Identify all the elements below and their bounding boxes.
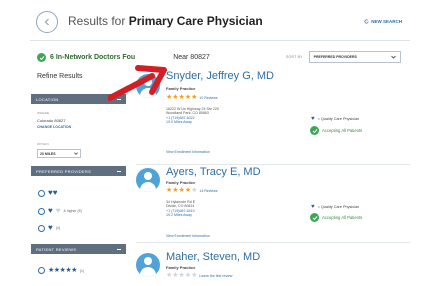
change-location-link[interactable]: CHANGE LOCATION [37, 125, 71, 129]
collapse-icon [117, 170, 121, 172]
heart-icon: ♥♥ [48, 188, 58, 197]
doctor-name[interactable]: Maher, Steven, MD [166, 251, 260, 263]
preferred-panel-header[interactable]: PREFERRED PROVIDERS [31, 166, 126, 176]
where-label: WHERE [37, 111, 50, 115]
within-label: WITHIN [37, 142, 49, 146]
view-enrollment-link[interactable]: View Enrollment Information [166, 150, 210, 154]
radio-button[interactable] [38, 207, 45, 215]
heart-outline-icon: ♥ [55, 206, 61, 215]
page-header: Results for Primary Care Physician NEW S… [0, 0, 422, 44]
rating-stars: ★★★★★ Leave the first review [166, 272, 232, 279]
radio-button[interactable] [38, 224, 45, 232]
sort-select[interactable]: PREFERRED PROVIDERS [308, 51, 401, 63]
header-divider [30, 40, 410, 41]
doctor-address: 16222 W Us Highway 24 Ste 220 Woodland P… [166, 107, 219, 125]
doctor-card[interactable]: Ayers, Tracy E, MD Family Practice ★★★★ ★… [136, 166, 410, 243]
refine-title: Refine Results [37, 73, 83, 80]
accepting-status: Accepting All Patients [310, 213, 362, 222]
doctor-card[interactable]: Snyder, Jeffrey G, MD Family Practice ★★… [136, 66, 410, 165]
refresh-icon [364, 19, 369, 24]
doctor-specialty: Family Practice [166, 86, 196, 91]
preferred-option-1[interactable]: ♥♥ [38, 189, 58, 197]
miles-select[interactable]: 20 MILES [37, 149, 81, 158]
distance-link[interactable]: 19.0 Miles Away [166, 120, 219, 124]
heart-icon: ♥ [48, 223, 53, 232]
rating-stars: ★★★★ ★ 14 Reviews [166, 187, 217, 194]
quality-badge: ♥ = Quality Care Physician [311, 204, 360, 210]
quality-badge: ♥ = Quality Care Physician [311, 116, 360, 122]
star-icon: ★★★★ [166, 187, 192, 194]
distance-link[interactable]: 19.2 Miles Away [166, 213, 195, 217]
location-panel-header[interactable]: LOCATION [31, 94, 126, 104]
star-icon: ★★★★★ [48, 267, 77, 274]
reviews-link[interactable]: Leave the first review [199, 274, 232, 278]
doctor-card[interactable]: Maher, Steven, MD Family Practice ★★★★★ … [136, 251, 410, 286]
new-search-link[interactable]: NEW SEARCH [364, 19, 402, 24]
collapse-icon [117, 248, 121, 250]
reviews-link[interactable]: 10 Reviews [199, 96, 217, 100]
chevron-down-icon [74, 152, 78, 155]
person-icon [136, 74, 160, 98]
radio-button[interactable] [38, 189, 45, 197]
chevron-down-icon [390, 55, 396, 59]
check-circle-icon [37, 53, 46, 62]
rating-stars: ★★★★★ 10 Reviews [166, 94, 217, 101]
doctor-address: 34 Hylanode Rd E Divide, CO 80814 +1 (71… [166, 200, 196, 218]
sort-control: SORT BY PREFERRED PROVIDERS [286, 51, 401, 63]
doctor-specialty: Family Practice [166, 180, 196, 185]
star-empty-icon: ★ [191, 187, 198, 194]
person-icon [136, 168, 160, 192]
where-value: Colorado 80827 [37, 118, 66, 123]
preferred-option-2[interactable]: ♥ ♥ & higher (5) [38, 207, 82, 215]
preferred-option-3[interactable]: ♥ (4) [38, 224, 60, 232]
star-icon: ★★★★★ [166, 94, 198, 101]
sort-label: SORT BY [286, 55, 303, 59]
heart-icon: ♥ [311, 204, 315, 210]
accepting-status: Accepting All Patients [310, 126, 362, 135]
person-icon [136, 253, 160, 277]
heart-icon: ♥ [311, 116, 315, 122]
star-empty-icon: ★★★★★ [166, 272, 198, 279]
doctor-name[interactable]: Snyder, Jeffrey G, MD [166, 70, 274, 82]
doctor-specialty: Family Practice [166, 265, 196, 270]
view-enrollment-link[interactable]: View Enrollment Information [166, 234, 210, 238]
doctor-name[interactable]: Ayers, Tracy E, MD [166, 166, 261, 178]
radio-button[interactable] [38, 267, 45, 274]
results-count: 6 In-Network Doctors Fou Near 80827 [37, 53, 210, 62]
back-button[interactable] [36, 11, 58, 33]
heart-icon: ♥ [48, 206, 53, 215]
check-circle-icon [310, 126, 319, 135]
reviews-option-1[interactable]: ★★★★★ (1) [38, 267, 84, 274]
collapse-icon [117, 98, 121, 100]
chevron-left-icon [44, 18, 49, 26]
reviews-panel-header[interactable]: PATIENT REVIEWS [31, 244, 126, 254]
check-circle-icon [310, 213, 319, 222]
reviews-link[interactable]: 14 Reviews [199, 189, 217, 193]
page-title: Results for Primary Care Physician [68, 14, 263, 28]
